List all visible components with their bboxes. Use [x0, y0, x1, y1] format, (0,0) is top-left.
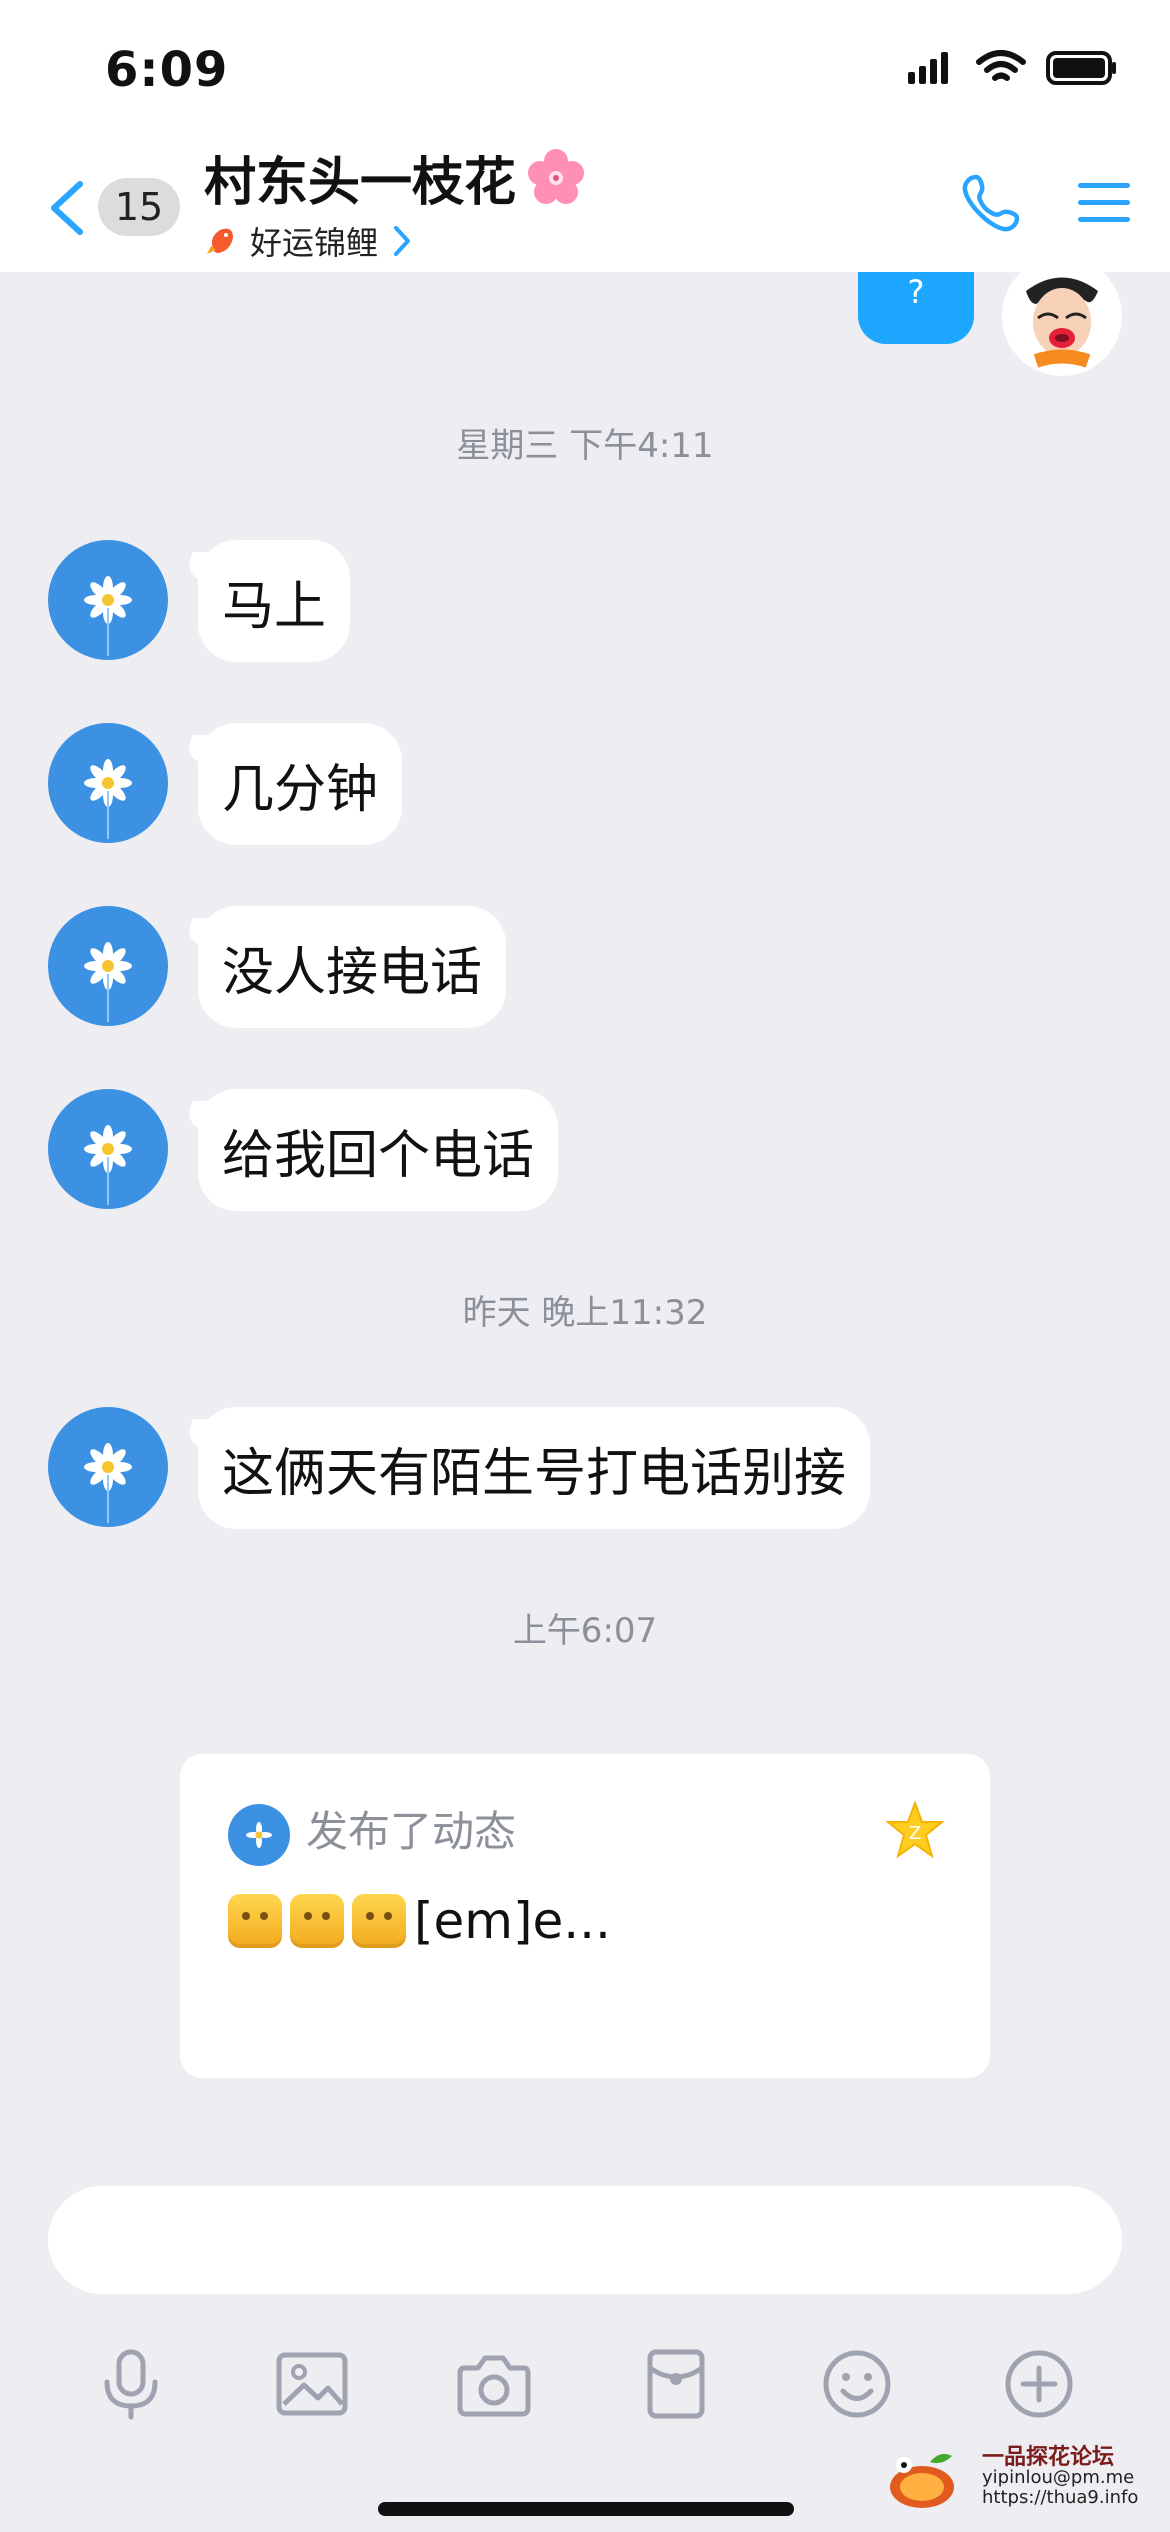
red-packet-button[interactable] [631, 2339, 721, 2429]
emoji-icon [228, 1894, 282, 1948]
timestamp-1: 星期三 下午4:11 [456, 426, 714, 466]
daisy-icon [84, 942, 132, 1022]
subtitle-text: 好运锦鲤 [250, 224, 379, 262]
message-row: 给我回个电话 [48, 1089, 559, 1211]
feed-avatar [228, 1804, 290, 1866]
chat-title-text: 村东头一枝花 [204, 153, 517, 213]
red-packet-icon [647, 2349, 705, 2419]
message-text: 给我回个电话 [222, 1125, 535, 1186]
contact-avatar[interactable] [48, 1089, 168, 1209]
received-message-bubble[interactable]: 没人接电话 [198, 906, 507, 1028]
received-message-bubble[interactable]: 给我回个电话 [198, 1089, 559, 1211]
emoji-button[interactable] [812, 2339, 902, 2429]
timestamp-3: 上午6:07 [512, 1611, 658, 1651]
watermark-line-3: https://thua9.info [982, 2487, 1139, 2508]
message-text: 这俩天有陌生号打电话别接 [222, 1443, 847, 1504]
daisy-icon [246, 1822, 272, 1848]
daisy-icon [84, 576, 132, 656]
camera-button[interactable] [449, 2339, 539, 2429]
emoji-icon [823, 2350, 891, 2418]
cherry-blossom-icon [528, 148, 585, 204]
header-bar: 6:09 15 村东头一枝花 好运锦鲤 [0, 0, 1170, 272]
back-chevron-icon[interactable] [42, 178, 92, 238]
emoji-icon [290, 1894, 344, 1948]
message-text: 马上 [222, 576, 327, 637]
received-message-bubble[interactable]: 几分钟 [198, 723, 403, 845]
input-area: 一品探花论坛 yipinlou@pm.me https://thua9.info [0, 2178, 1170, 2532]
contact-avatar[interactable] [48, 1407, 168, 1527]
camera-icon [457, 2355, 531, 2417]
emoji-icon [352, 1894, 406, 1948]
message-text: 没人接电话 [222, 942, 483, 1003]
nav-actions [960, 172, 1130, 234]
watermark-text: 一品探花论坛 yipinlou@pm.me https://thua9.info [982, 2445, 1139, 2508]
qzone-star-icon: Z [885, 1800, 945, 1859]
contact-avatar[interactable] [48, 723, 168, 843]
svg-text:Z: Z [909, 1823, 921, 1844]
phone-icon[interactable] [960, 172, 1022, 234]
chevron-right-icon [394, 226, 411, 256]
message-input[interactable] [48, 2186, 1122, 2294]
message-text: 几分钟 [222, 759, 379, 820]
signal-icon [908, 52, 948, 84]
plus-button[interactable] [994, 2339, 1084, 2429]
watermark-line-1: 一品探花论坛 [982, 2445, 1115, 2470]
status-icons [908, 50, 1118, 86]
contact-avatar[interactable] [48, 540, 168, 660]
subtitle-row[interactable]: 好运锦鲤 [206, 218, 414, 264]
unread-count-badge[interactable]: 15 [98, 178, 180, 236]
chat-title: 村东头一枝花 [204, 140, 588, 215]
message-row: 几分钟 [48, 723, 403, 845]
message-row: 马上 [48, 540, 351, 662]
chat-screen: 6:09 15 村东头一枝花 好运锦鲤 ? 星期三 下午4:11 马上 几分钟 … [0, 0, 1170, 2532]
timestamp-2: 昨天 晚上11:32 [462, 1293, 708, 1333]
daisy-icon [84, 1125, 132, 1205]
contact-avatar[interactable] [48, 906, 168, 1026]
image-button[interactable] [267, 2339, 357, 2429]
watermark-line-2: yipinlou@pm.me [982, 2467, 1135, 2488]
message-row: 这俩天有陌生号打电话别接 [48, 1407, 871, 1529]
toolbar [0, 2324, 1170, 2444]
menu-icon[interactable] [1078, 180, 1130, 226]
image-icon [276, 2352, 348, 2416]
daisy-icon [84, 759, 132, 839]
home-indicator[interactable] [378, 2502, 794, 2516]
cartoon-face-icon [1004, 272, 1120, 374]
received-message-bubble[interactable]: 马上 [198, 540, 351, 662]
feed-card[interactable]: 发布了动态 Z [em]e... [180, 1754, 990, 2078]
battery-icon [1046, 51, 1116, 85]
koi-fish-icon [207, 228, 233, 254]
message-row: 没人接电话 [48, 906, 507, 1028]
feed-title: 发布了动态 [306, 1807, 517, 1856]
feed-content: [em]e... [228, 1892, 611, 1950]
my-avatar[interactable] [1002, 272, 1122, 376]
wifi-icon [976, 50, 1026, 81]
chat-area[interactable]: ? 星期三 下午4:11 马上 几分钟 没人接电话 给我回个电话 昨天 晚上11… [0, 272, 1170, 2177]
daisy-icon [84, 1443, 132, 1523]
watermark: 一品探花论坛 yipinlou@pm.me https://thua9.info [886, 2445, 1139, 2518]
microphone-button[interactable] [86, 2339, 176, 2429]
plus-icon [1005, 2350, 1073, 2418]
sent-message-text: ? [907, 273, 925, 311]
status-time: 6:09 [105, 42, 229, 98]
microphone-icon [104, 2349, 158, 2420]
watermark-logo-icon [890, 2454, 954, 2508]
feed-content-text: [em]e... [414, 1892, 611, 1950]
received-message-bubble[interactable]: 这俩天有陌生号打电话别接 [198, 1407, 871, 1529]
sent-message-partial[interactable]: ? [858, 272, 974, 344]
